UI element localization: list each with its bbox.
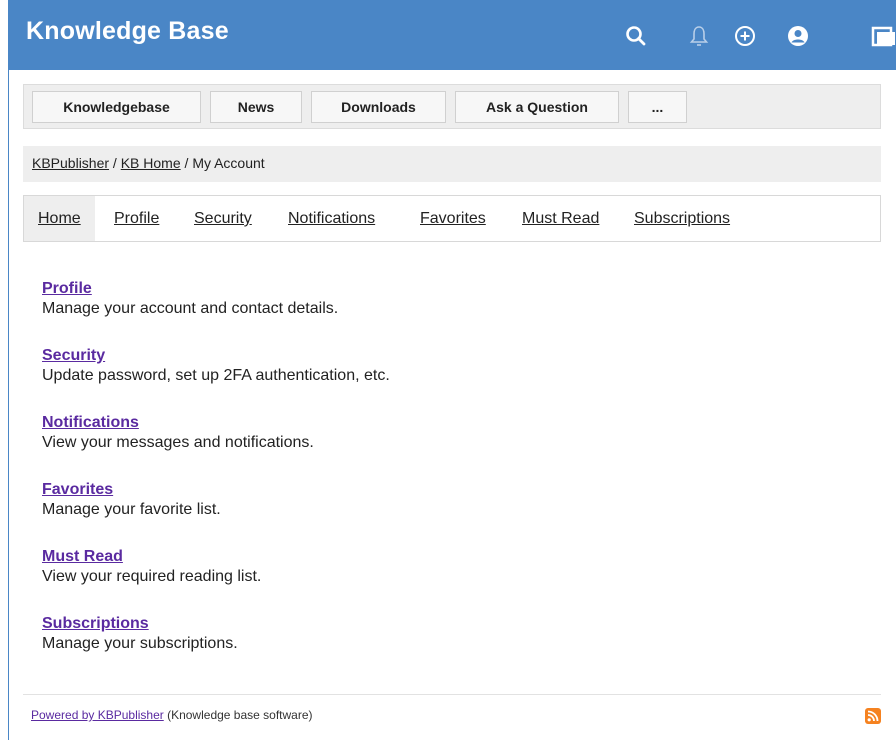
tab-security[interactable]: Security [190, 196, 256, 241]
must-read-link[interactable]: Must Read [42, 547, 261, 567]
tab-subscriptions[interactable]: Subscriptions [630, 196, 734, 241]
favorites-link[interactable]: Favorites [42, 480, 221, 500]
search-icon[interactable] [624, 24, 648, 48]
footer: Powered by KBPublisher (Knowledge base s… [31, 708, 313, 722]
plus-circle-icon[interactable] [733, 24, 757, 48]
subscriptions-link[interactable]: Subscriptions [42, 614, 238, 634]
security-description: Update password, set up 2FA authenticati… [42, 367, 390, 384]
section-notifications: Notifications View your messages and not… [42, 413, 314, 453]
section-security: Security Update password, set up 2FA aut… [42, 346, 390, 386]
notifications-description: View your messages and notifications. [42, 434, 314, 451]
tab-profile[interactable]: Profile [110, 196, 163, 241]
tab-must-read[interactable]: Must Read [518, 196, 603, 241]
footer-divider [23, 694, 881, 695]
powered-by-link[interactable]: Powered by KBPublisher [31, 708, 164, 722]
top-bar: Knowledge Base [9, 0, 896, 70]
menu-ask-question-button[interactable]: Ask a Question [455, 91, 619, 123]
favorites-description: Manage your favorite list. [42, 501, 221, 518]
must-read-description: View your required reading list. [42, 568, 262, 585]
left-border [0, 0, 9, 740]
notifications-link[interactable]: Notifications [42, 413, 314, 433]
breadcrumb-kbpublisher-link[interactable]: KBPublisher [32, 155, 109, 171]
tab-favorites[interactable]: Favorites [416, 196, 490, 241]
section-favorites: Favorites Manage your favorite list. [42, 480, 221, 520]
bell-icon[interactable] [688, 24, 710, 48]
profile-description: Manage your account and contact details. [42, 300, 339, 317]
main-menu: Knowledgebase News Downloads Ask a Quest… [23, 84, 881, 129]
window-icon[interactable] [871, 24, 895, 48]
user-circle-icon[interactable] [786, 24, 810, 48]
section-subscriptions: Subscriptions Manage your subscriptions. [42, 614, 238, 654]
subscriptions-description: Manage your subscriptions. [42, 635, 238, 652]
rss-icon[interactable] [865, 708, 881, 724]
account-tabs: Home Profile Security Notifications Favo… [23, 195, 881, 242]
tab-notifications[interactable]: Notifications [284, 196, 379, 241]
breadcrumb-separator: / [109, 155, 121, 171]
section-must-read: Must Read View your required reading lis… [42, 547, 261, 587]
breadcrumb-kb-home-link[interactable]: KB Home [121, 155, 181, 171]
menu-more-button[interactable]: ... [628, 91, 687, 123]
tab-home[interactable]: Home [24, 196, 95, 241]
menu-downloads-button[interactable]: Downloads [311, 91, 446, 123]
menu-news-button[interactable]: News [210, 91, 302, 123]
menu-knowledgebase-button[interactable]: Knowledgebase [32, 91, 201, 123]
profile-link[interactable]: Profile [42, 279, 338, 299]
app-title: Knowledge Base [26, 17, 229, 45]
breadcrumb-current: My Account [192, 155, 265, 171]
breadcrumb-separator: / [180, 155, 193, 171]
breadcrumb: KBPublisher / KB Home / My Account [23, 146, 881, 182]
security-link[interactable]: Security [42, 346, 390, 366]
section-profile: Profile Manage your account and contact … [42, 279, 338, 319]
footer-text: (Knowledge base software) [163, 708, 313, 722]
